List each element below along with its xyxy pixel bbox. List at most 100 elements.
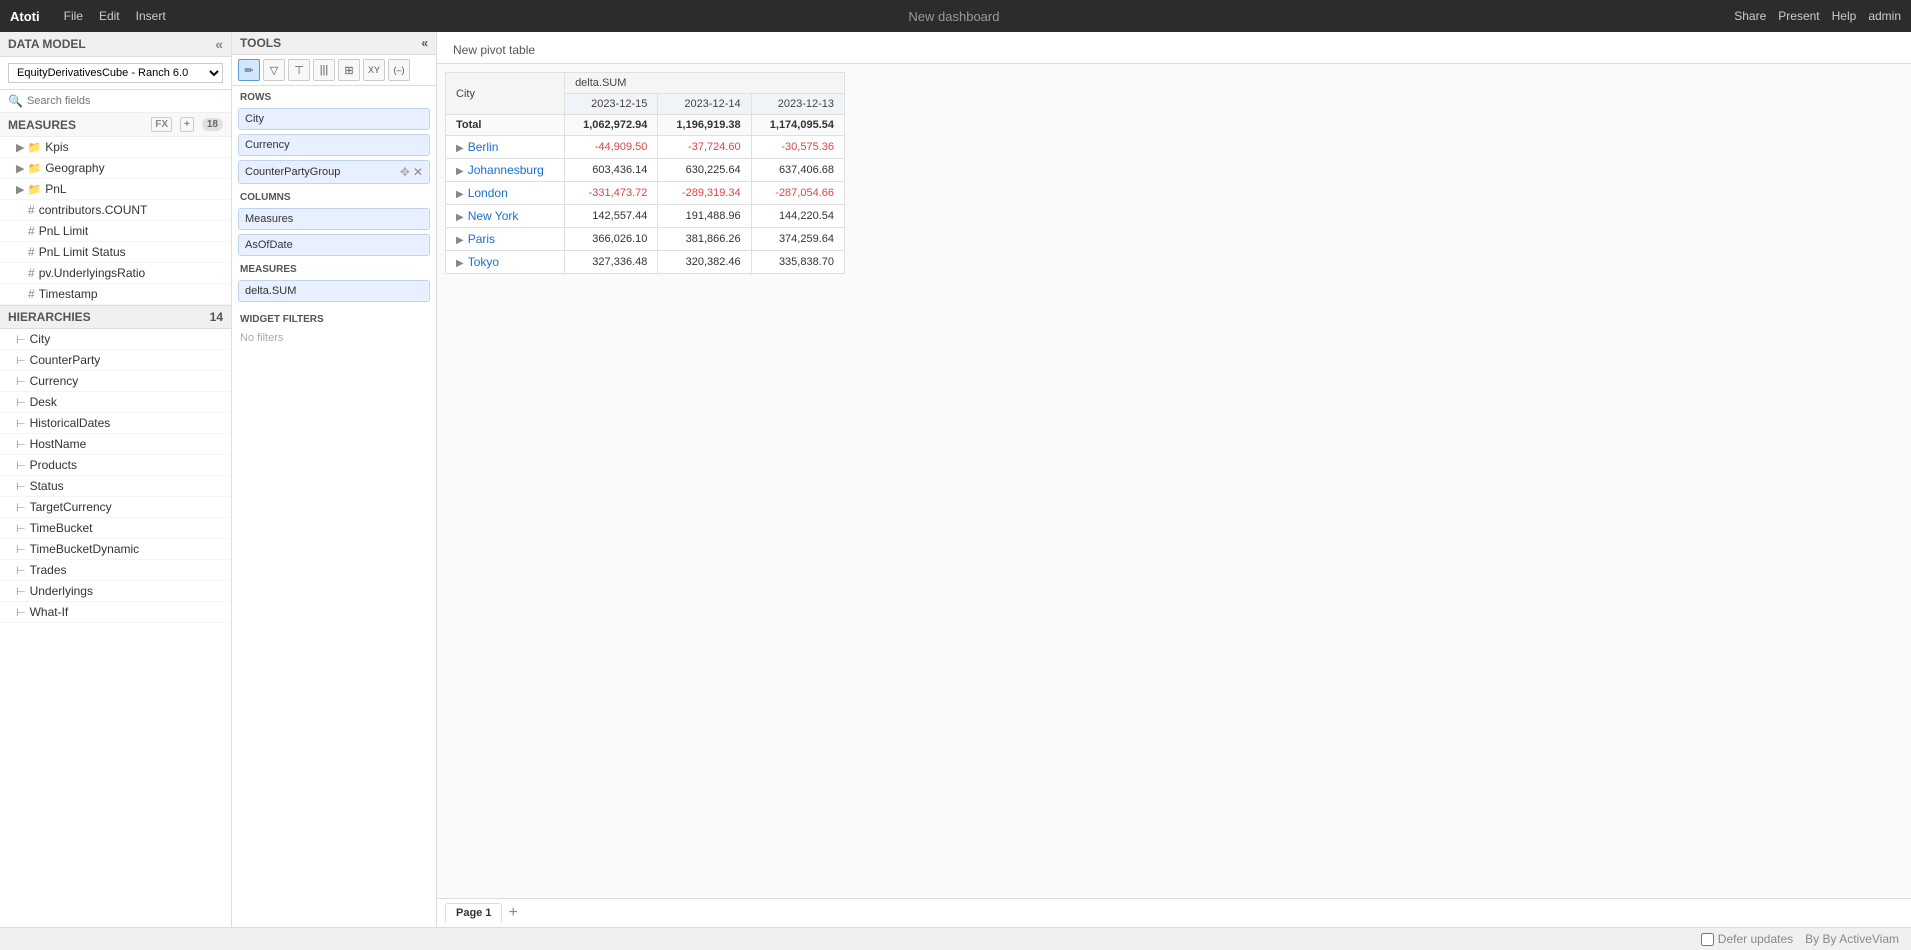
hierarchy-icon: ⊢: [16, 354, 26, 367]
measures-contributors-count[interactable]: # contributors.COUNT: [0, 200, 231, 221]
filter-tool-btn[interactable]: ▽: [263, 59, 285, 81]
sort-tool-btn[interactable]: ⊤: [288, 59, 310, 81]
right-panel: New pivot table City delta.SUM 2023-12-1…: [437, 32, 1911, 927]
rows-counterparty-chip[interactable]: CounterPartyGroup ✥ ✕: [238, 160, 430, 184]
measures-pv-underlyings-ratio[interactable]: # pv.UnderlyingsRatio: [0, 263, 231, 284]
share-btn[interactable]: Share: [1734, 9, 1766, 23]
berlin-val-1: -37,724.60: [658, 136, 751, 159]
hier-time-bucket[interactable]: ⊢ TimeBucket: [0, 518, 231, 539]
columns-asofdate-chip[interactable]: AsOfDate: [238, 234, 430, 256]
drag-handle-icon[interactable]: ✥: [400, 165, 410, 179]
help-btn[interactable]: Help: [1832, 9, 1857, 23]
search-input[interactable]: [27, 95, 223, 107]
hier-trades[interactable]: ⊢ Trades: [0, 560, 231, 581]
nav-insert[interactable]: Insert: [128, 9, 174, 23]
expand-btn[interactable]: ▶: [456, 212, 464, 223]
hier-time-bucket-label: TimeBucket: [30, 521, 93, 535]
hier-city-label: City: [30, 332, 51, 346]
hier-products[interactable]: ⊢ Products: [0, 455, 231, 476]
xy-tool-btn[interactable]: XY: [363, 59, 385, 81]
hier-underlyings[interactable]: ⊢ Underlyings: [0, 581, 231, 602]
rows-currency-chip[interactable]: Currency: [238, 134, 430, 156]
hier-what-if[interactable]: ⊢ What-If: [0, 602, 231, 623]
expand-btn[interactable]: ▶: [456, 258, 464, 269]
collapse-left-btn[interactable]: «: [215, 36, 223, 52]
measures-pnl-limit-status[interactable]: # PnL Limit Status: [0, 242, 231, 263]
edit-tool-btn[interactable]: ✏: [238, 59, 260, 81]
city-london[interactable]: ▶London: [446, 182, 565, 205]
admin-btn[interactable]: admin: [1868, 9, 1901, 23]
chip-actions: ✥ ✕: [400, 165, 423, 179]
nav-edit[interactable]: Edit: [91, 9, 128, 23]
table-row-total: Total 1,062,972.94 1,196,919.38 1,174,09…: [446, 115, 845, 136]
newyork-val-1: 191,488.96: [658, 205, 751, 228]
measures-pnl-limit[interactable]: # PnL Limit: [0, 221, 231, 242]
total-val-1: 1,196,919.38: [658, 115, 751, 136]
grid-tool-btn[interactable]: ⊞: [338, 59, 360, 81]
remove-chip-btn[interactable]: ✕: [413, 165, 423, 179]
pnl-label: PnL: [45, 182, 66, 196]
johannesburg-val-1: 630,225.64: [658, 159, 751, 182]
present-btn[interactable]: Present: [1778, 9, 1819, 23]
conditional-tool-btn[interactable]: (–): [388, 59, 410, 81]
measures-geography[interactable]: ▶ 📁 Geography: [0, 158, 231, 179]
measures-kpis[interactable]: ▶ 📁 Kpis: [0, 137, 231, 158]
collapse-tools-btn[interactable]: «: [421, 36, 428, 50]
add-page-btn[interactable]: +: [504, 904, 521, 922]
city-newyork[interactable]: ▶New York: [446, 205, 565, 228]
hier-hostname[interactable]: ⊢ HostName: [0, 434, 231, 455]
table-row: ▶Berlin -44,909.50 -37,724.60 -30,575.36: [446, 136, 845, 159]
measures-pnl[interactable]: ▶ 📁 PnL: [0, 179, 231, 200]
pnl-limit-status-label: PnL Limit Status: [39, 245, 126, 259]
fx-button[interactable]: fx: [151, 117, 172, 132]
berlin-val-2: -30,575.36: [751, 136, 844, 159]
expand-btn[interactable]: ▶: [456, 235, 464, 246]
hier-currency[interactable]: ⊢ Currency: [0, 371, 231, 392]
columns-section-label: Columns: [232, 186, 436, 206]
defer-updates-btn[interactable]: Defer updates: [1701, 932, 1793, 946]
city-johannesburg[interactable]: ▶Johannesburg: [446, 159, 565, 182]
measures-delta-chip[interactable]: delta.SUM: [238, 280, 430, 302]
measures-timestamp[interactable]: # Timestamp: [0, 284, 231, 305]
rows-currency-label: Currency: [245, 139, 290, 151]
tools-label: TOOLS: [240, 36, 281, 50]
expand-btn[interactable]: ▶: [456, 143, 464, 154]
measures-section-header[interactable]: MEASURES fx + 18: [0, 113, 231, 137]
hier-desk-label: Desk: [30, 395, 57, 409]
hierarchies-badge: 14: [210, 310, 223, 324]
hierarchies-header[interactable]: HIERARCHIES 14: [0, 305, 231, 329]
hier-target-currency[interactable]: ⊢ TargetCurrency: [0, 497, 231, 518]
columns-tool-btn[interactable]: |||: [313, 59, 335, 81]
tokyo-val-2: 335,838.70: [751, 251, 844, 274]
hier-time-bucket-dynamic[interactable]: ⊢ TimeBucketDynamic: [0, 539, 231, 560]
page-tab-1[interactable]: Page 1: [445, 903, 502, 923]
pivot-content[interactable]: City delta.SUM 2023-12-15 2023-12-14 202…: [437, 64, 1911, 898]
col-date-1: 2023-12-14: [658, 94, 751, 115]
city-berlin[interactable]: ▶Berlin: [446, 136, 565, 159]
city-paris[interactable]: ▶Paris: [446, 228, 565, 251]
rows-city-chip[interactable]: City: [238, 108, 430, 130]
defer-checkbox[interactable]: [1701, 933, 1714, 946]
model-selector[interactable]: EquityDerivativesCube - Ranch 6.0: [0, 57, 231, 90]
hier-desk[interactable]: ⊢ Desk: [0, 392, 231, 413]
hier-counterparty[interactable]: ⊢ CounterParty: [0, 350, 231, 371]
model-select[interactable]: EquityDerivativesCube - Ranch 6.0: [8, 63, 223, 83]
expand-btn[interactable]: ▶: [456, 189, 464, 200]
arrow-btn[interactable]: +: [180, 117, 194, 132]
hier-currency-label: Currency: [30, 374, 79, 388]
expand-btn[interactable]: ▶: [456, 166, 464, 177]
hierarchy-icon: ⊢: [16, 396, 26, 409]
city-tokyo[interactable]: ▶Tokyo: [446, 251, 565, 274]
widget-filters-section: Widget filters No filters: [232, 304, 436, 352]
folder-icon: ▶ 📁: [16, 183, 41, 196]
columns-measures-chip[interactable]: Measures: [238, 208, 430, 230]
newyork-val-0: 142,557.44: [565, 205, 658, 228]
newyork-val-2: 144,220.54: [751, 205, 844, 228]
berlin-val-0: -44,909.50: [565, 136, 658, 159]
hier-city[interactable]: ⊢ City: [0, 329, 231, 350]
hier-counterparty-label: CounterParty: [30, 353, 101, 367]
timestamp-label: Timestamp: [39, 287, 98, 301]
hier-historical-dates[interactable]: ⊢ HistoricalDates: [0, 413, 231, 434]
nav-file[interactable]: File: [56, 9, 91, 23]
hier-status[interactable]: ⊢ Status: [0, 476, 231, 497]
